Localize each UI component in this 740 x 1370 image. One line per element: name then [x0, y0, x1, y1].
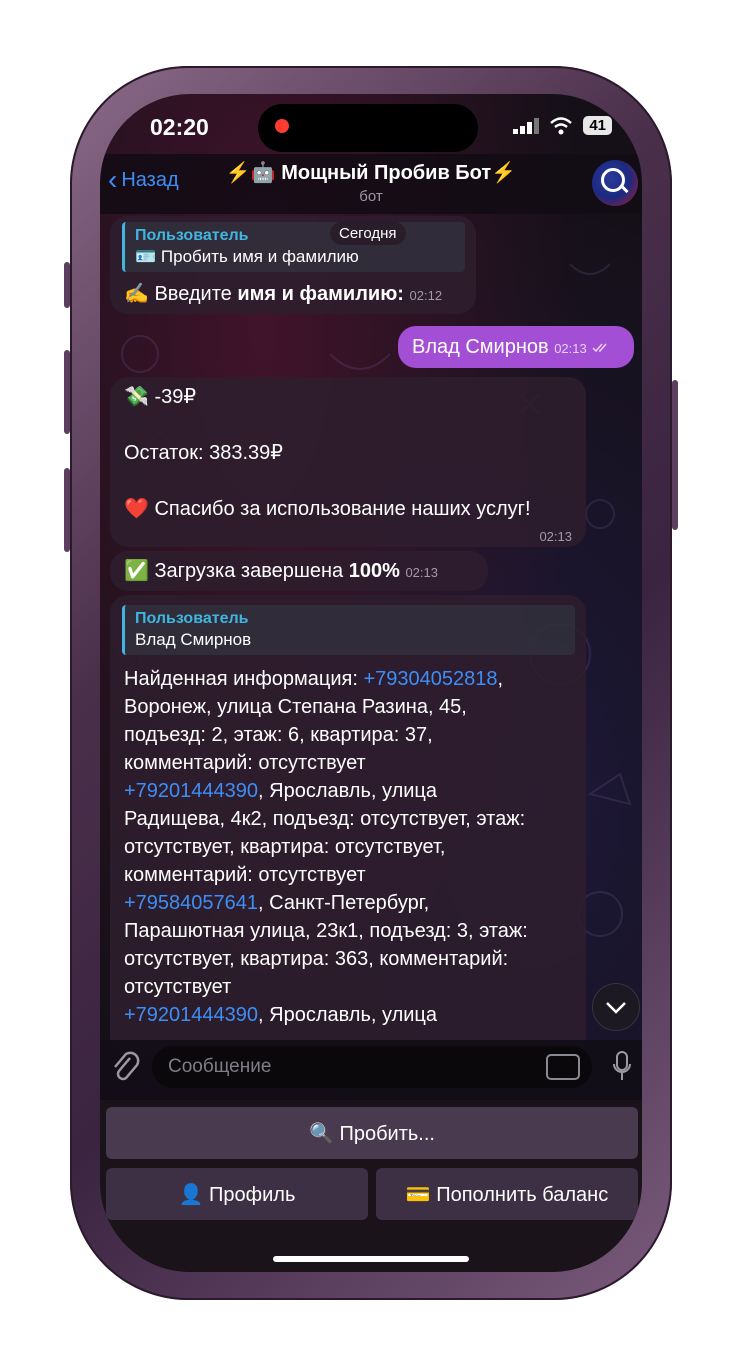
result-text: Воронеж, улица Степана Разина, 45, [124, 696, 467, 718]
phone-link[interactable]: +79201444390 [124, 780, 258, 802]
result-body: Найденная информация: +79304052818, Ворон… [124, 665, 580, 1029]
incoming-message[interactable]: ✅ Загрузка завершена 100% 02:13 [110, 551, 488, 591]
result-line: +79201444390, Ярославль, улица [124, 777, 580, 805]
reply-quote[interactable]: Пользователь 🪪 Пробить имя и фамилию [122, 222, 465, 272]
result-text: , Ярославль, улица [258, 1004, 437, 1026]
message-time: 02:13 [554, 341, 587, 356]
chat-title[interactable]: ⚡️🤖 Мощный Пробив Бот⚡️ [100, 160, 642, 185]
status-icons: 41 [513, 116, 612, 135]
result-line: Радищева, 4к2, подъезд: отсутствует, эта… [124, 805, 580, 833]
message-input[interactable]: Сообщение [152, 1046, 592, 1088]
probe-button[interactable]: 🔍 Пробить... [106, 1107, 638, 1159]
profile-button[interactable]: 👤 Профиль [106, 1168, 368, 1220]
input-placeholder: Сообщение [168, 1056, 272, 1077]
quote-author: Пользователь [135, 227, 249, 244]
power-button [672, 380, 678, 530]
paperclip-icon[interactable] [110, 1050, 140, 1086]
recording-indicator-icon [275, 119, 289, 133]
quote-text: 🪪 Пробить имя и фамилию [135, 247, 359, 266]
message-time: 02:13 [539, 529, 572, 544]
message-line: Остаток: 383.39₽ [124, 442, 283, 464]
result-text: , Ярославль, улица [258, 780, 437, 802]
action-button [64, 262, 70, 308]
message-text-plain: ✅ Загрузка завершена [124, 560, 349, 582]
message-text-plain: ✍️ Введите [124, 283, 238, 305]
quote-author: Пользователь [135, 610, 249, 627]
result-text: отсутствует, квартира: отсутствует, [124, 836, 446, 858]
chevron-down-icon [606, 1002, 626, 1014]
phone-link[interactable]: +79304052818 [364, 668, 498, 690]
microphone-icon[interactable] [612, 1050, 632, 1084]
result-text: , [497, 668, 504, 690]
phone-screen: 02:20 41 ‹ Назад ⚡️🤖 Мощный Пробив Бот⚡️… [100, 94, 642, 1272]
result-line: Парашютная улица, 23к1, подъезд: 3, этаж… [124, 917, 580, 945]
message-line: ❤️ Спасибо за использование наших услуг! [124, 498, 531, 520]
message-line: 💸 -39₽ [124, 386, 197, 408]
result-line: комментарий: отсутствует [124, 749, 580, 777]
result-line: Воронеж, улица Степана Разина, 45, [124, 693, 580, 721]
dynamic-island [258, 104, 478, 152]
result-line: +79584057641, Санкт-Петербург, [124, 889, 580, 917]
result-line: комментарий: отсутствует [124, 861, 580, 889]
volume-down-button [64, 468, 70, 552]
message-text-bold: 100% [348, 560, 400, 582]
clock: 02:20 [150, 114, 209, 140]
result-text: комментарий: отсутствует [124, 864, 366, 886]
result-text: Парашютная улица, 23к1, подъезд: 3, этаж… [124, 920, 528, 942]
result-text: подъезд: 2, этаж: 6, квартира: 37, [124, 724, 433, 746]
reply-quote[interactable]: Пользователь Влад Смирнов [122, 605, 575, 655]
incoming-message[interactable]: Пользователь 🪪 Пробить имя и фамилию ✍️ … [110, 216, 476, 314]
result-text: Найденная информация: [124, 668, 364, 690]
message-time: 02:12 [409, 288, 443, 303]
scroll-down-button[interactable] [592, 983, 640, 1031]
phone-link[interactable]: +79584057641 [124, 892, 258, 914]
message-text: ✍️ Введите имя и фамилию: 02:12 [124, 280, 442, 310]
volume-up-button [64, 350, 70, 434]
home-indicator [273, 1256, 469, 1262]
double-check-icon [592, 343, 607, 353]
result-text: комментарий: отсутствует [124, 752, 366, 774]
message-time: 02:13 [405, 565, 438, 580]
result-text: отсутствует [124, 976, 232, 998]
cellular-signal-icon [513, 117, 540, 134]
bot-keyboard: 🔍 Пробить... 👤 Профиль 💳 Пополнить балан… [100, 1100, 642, 1272]
quote-text: Влад Смирнов [135, 630, 252, 649]
topup-balance-button[interactable]: 💳 Пополнить баланс [376, 1168, 638, 1220]
result-line: отсутствует, квартира: 363, комментарий: [124, 945, 580, 973]
chat-subtitle: бот [359, 188, 383, 205]
result-line: +79201444390, Ярославль, улица [124, 1001, 580, 1029]
incoming-message[interactable]: Пользователь Влад Смирнов Найденная инфо… [110, 595, 586, 1055]
result-line: отсутствует, квартира: отсутствует, [124, 833, 580, 861]
keyboard-toggle-icon[interactable] [546, 1054, 580, 1080]
bot-avatar[interactable] [592, 160, 638, 206]
wifi-icon [550, 116, 573, 134]
battery-indicator: 41 [583, 116, 612, 135]
result-line: Найденная информация: +79304052818, [124, 665, 580, 693]
result-text: Радищева, 4к2, подъезд: отсутствует, эта… [124, 808, 526, 830]
status-bar: 02:20 41 [100, 94, 642, 154]
outgoing-message[interactable]: Влад Смирнов 02:13 [398, 326, 634, 368]
result-line: подъезд: 2, этаж: 6, квартира: 37, [124, 721, 580, 749]
message-text: Влад Смирнов [412, 336, 549, 358]
chat-header: ‹ Назад ⚡️🤖 Мощный Пробив Бот⚡️ бот [100, 154, 642, 214]
phone-link[interactable]: +79201444390 [124, 1004, 258, 1026]
incoming-message[interactable]: 💸 -39₽ Остаток: 383.39₽ ❤️ Спасибо за ис… [110, 377, 586, 547]
result-text: отсутствует, квартира: 363, комментарий: [124, 948, 509, 970]
result-text: , Санкт-Петербург, [258, 892, 430, 914]
composer: Сообщение [100, 1040, 642, 1100]
result-line: отсутствует [124, 973, 580, 1001]
message-text-bold: имя и фамилию: [237, 283, 404, 305]
date-separator: Сегодня [330, 222, 406, 245]
